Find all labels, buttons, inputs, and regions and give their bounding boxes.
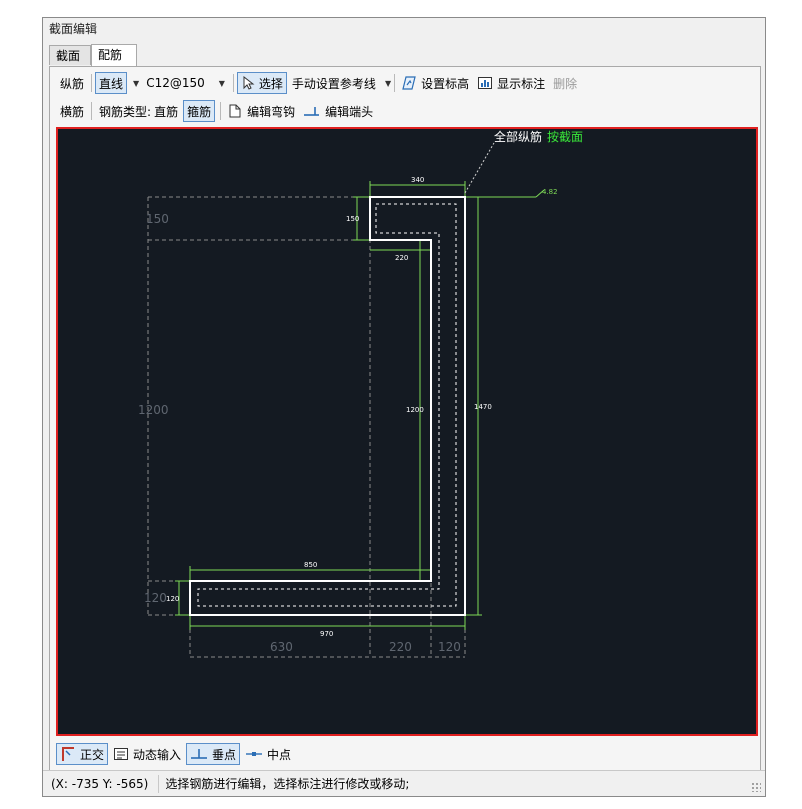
reinforcement-panel: 纵筋 直线 ▼ C12@150 ▼ 选择 手动设置参考线 ▼ 设置标高 显示标注… (49, 66, 761, 793)
rebar-type-label: 钢筋类型: (99, 104, 152, 119)
cursor-coordinates: (X: -735 Y: -565) (43, 774, 160, 793)
tab-section[interactable]: 截面 (49, 45, 91, 65)
set-elevation-label: 设置标高 (421, 76, 470, 91)
grid-label-left-top: 150 (146, 212, 169, 226)
dim-top-width[interactable]: 340 (411, 176, 424, 184)
line-mode-label: 直线 (99, 76, 124, 91)
ortho-label: 正交 (80, 747, 105, 762)
section-editor-window: 截面编辑 截面 配筋 纵筋 直线 ▼ C12@150 ▼ 选择 手动设置参考线 … (42, 17, 766, 797)
stirrup-rebar[interactable] (197, 203, 457, 607)
grid-label-left-middle: 1200 (138, 403, 169, 417)
separator (394, 74, 396, 92)
grid-lines (147, 196, 466, 658)
separator (220, 102, 222, 120)
ortho-toggle[interactable]: 正交 (56, 743, 109, 765)
edit-end-label: 编辑端头 (325, 104, 374, 119)
midpoint-label: 中点 (267, 747, 292, 762)
line-mode-button[interactable]: 直线 (95, 72, 128, 94)
midpoint-icon (246, 752, 263, 756)
dynamic-input-icon (114, 748, 129, 760)
ortho-icon (62, 747, 74, 761)
dim-bottom-flange-height[interactable]: 120 (166, 595, 179, 603)
status-message: 选择钢筋进行编辑，选择标注进行修改或移动; (165, 777, 410, 791)
section-drawing: 全部纵筋 按截面 4.82 340 150 220 1200 1470 850 … (138, 129, 583, 658)
manual-reference-line-button[interactable]: 手动设置参考线 (289, 72, 379, 94)
status-bar: (X: -735 Y: -565) 选择钢筋进行编辑，选择标注进行修改或移动; (43, 770, 765, 796)
select-label: 选择 (258, 76, 283, 91)
rebar-spec-value: C12@150 (146, 76, 205, 90)
delete-button[interactable]: 删除 (550, 72, 580, 94)
straight-rebar-button[interactable]: 直筋 (151, 100, 181, 122)
drawing-canvas[interactable]: 全部纵筋 按截面 4.82 340 150 220 1200 1470 850 … (56, 127, 758, 736)
perpendicular-label: 垂点 (212, 747, 237, 762)
stirrup-button[interactable]: 箍筋 (183, 100, 216, 122)
leader-line (464, 142, 495, 194)
stirrup-label: 箍筋 (187, 104, 212, 119)
delete-label: 删除 (553, 76, 578, 91)
hook-icon (229, 104, 241, 118)
dim-web-inner-height[interactable]: 1200 (406, 406, 424, 414)
manual-reference-line-label: 手动设置参考线 (291, 76, 376, 91)
all-longitudinal-label: 全部纵筋 (494, 129, 542, 144)
window-title: 截面编辑 (49, 22, 98, 36)
annotation-icon (478, 77, 493, 89)
perpendicular-toggle[interactable]: 垂点 (186, 743, 241, 765)
grid-label-bottom-middle: 220 (389, 640, 412, 654)
transverse-label: 横筋 (60, 104, 85, 119)
set-elevation-button[interactable]: 设置标高 (398, 72, 472, 94)
select-button[interactable]: 选择 (236, 72, 287, 94)
longitudinal-label: 纵筋 (60, 76, 85, 91)
show-annotation-button[interactable]: 显示标注 (474, 72, 548, 94)
end-icon (304, 107, 320, 116)
snap-toolbar: 正交 动态输入 垂点 中点 (56, 742, 296, 766)
rebar-spec-combo[interactable]: C12@150 ▼ (143, 72, 228, 94)
straight-rebar-label: 直筋 (154, 104, 179, 119)
rebar-spec-dropdown-icon: ▼ (218, 78, 225, 88)
grid-label-bottom-left: 630 (270, 640, 293, 654)
toolbar-longitudinal: 纵筋 直线 ▼ C12@150 ▼ 选择 手动设置参考线 ▼ 设置标高 显示标注… (56, 71, 582, 95)
resize-grip-icon[interactable] (751, 782, 761, 792)
dim-bottom-total-width[interactable]: 970 (320, 630, 333, 638)
separator (232, 74, 234, 92)
edit-hook-button[interactable]: 编辑弯钩 (224, 100, 298, 122)
grid-label-bottom-right: 120 (438, 640, 461, 654)
elevation-icon (402, 76, 416, 90)
manual-reference-dropdown-icon[interactable]: ▼ (385, 79, 391, 88)
toolbar-transverse: 横筋 钢筋类型: 直筋 箍筋 编辑弯钩 编辑端头 (56, 99, 378, 123)
cursor-icon (243, 76, 255, 90)
grid-label-left-bottom: 120 (144, 591, 167, 605)
perpendicular-icon (191, 749, 208, 759)
midpoint-toggle[interactable]: 中点 (242, 743, 294, 765)
tab-reinforcement[interactable]: 配筋 (91, 44, 137, 66)
elevation-mark: 4.82 (542, 188, 558, 196)
by-section-label[interactable]: 按截面 (547, 130, 583, 144)
show-annotation-label: 显示标注 (497, 76, 546, 91)
edit-hook-label: 编辑弯钩 (247, 104, 296, 119)
dynamic-input-label: 动态输入 (133, 747, 182, 762)
dim-bottom-inner-width[interactable]: 850 (304, 561, 317, 569)
separator (91, 102, 93, 120)
dim-top-flange-height[interactable]: 150 (346, 215, 359, 223)
line-mode-dropdown-icon[interactable]: ▼ (133, 79, 139, 88)
separator (91, 74, 93, 92)
edit-end-button[interactable]: 编辑端头 (300, 100, 376, 122)
dynamic-input-toggle[interactable]: 动态输入 (110, 743, 184, 765)
dim-total-height[interactable]: 1470 (474, 403, 492, 411)
dim-inner-top[interactable]: 220 (395, 254, 408, 262)
